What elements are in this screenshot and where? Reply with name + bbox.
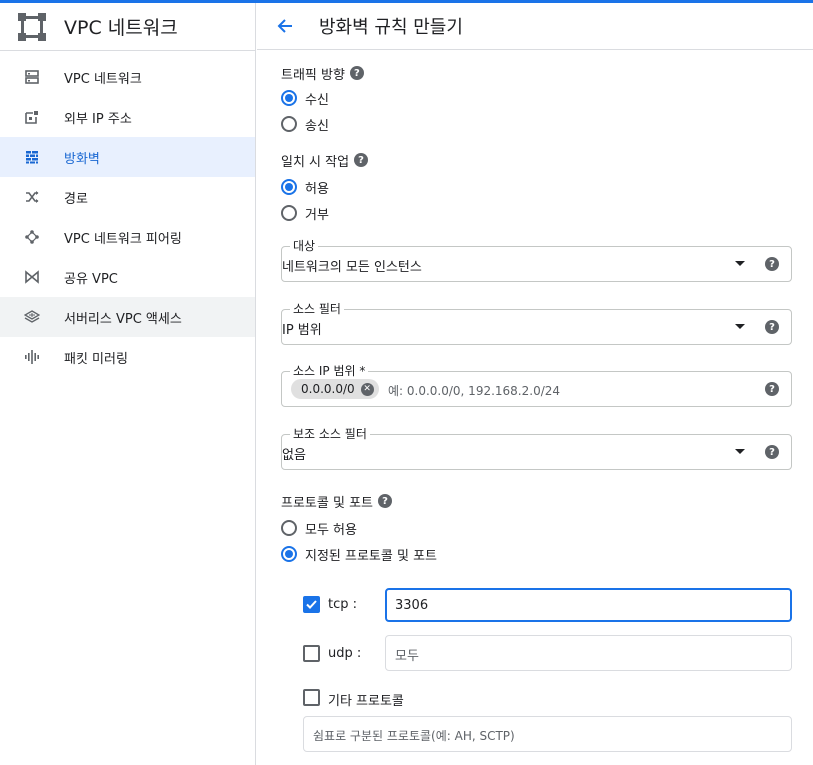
radio-allow-all[interactable]: 모두 허용 xyxy=(281,515,437,541)
peering-icon xyxy=(24,229,40,245)
other-protocols-placeholder: 쉼표로 구분된 프로토콜(예: AH, SCTP) xyxy=(313,729,515,743)
help-icon[interactable]: ? xyxy=(765,320,779,334)
radio-label: 모두 허용 xyxy=(305,522,357,538)
radio-label: 허용 xyxy=(305,181,329,197)
firewall-icon xyxy=(24,149,40,165)
sidebar-header: VPC 네트워크 xyxy=(0,3,255,51)
radio-specified-protocols[interactable]: 지정된 프로토콜 및 포트 xyxy=(281,541,437,567)
field-label: 소스 필터 xyxy=(290,300,344,317)
radio-label: 지정된 프로토콜 및 포트 xyxy=(305,548,437,564)
radio-deny[interactable]: 거부 xyxy=(281,200,368,226)
sidebar-title: VPC 네트워크 xyxy=(64,17,178,39)
radio-button-selected[interactable] xyxy=(281,179,297,195)
radio-button-selected[interactable] xyxy=(281,90,297,106)
field-value: 없음 xyxy=(282,448,306,463)
sidebar-item-serverless-vpc[interactable]: 서버리스 VPC 액세스 xyxy=(0,297,255,337)
back-arrow-icon[interactable] xyxy=(273,14,297,38)
other-protocols-label: 기타 프로토콜 xyxy=(328,694,404,709)
serverless-icon xyxy=(24,309,40,325)
tcp-ports-value: 3306 xyxy=(395,598,429,613)
dropdown-arrow-icon xyxy=(735,449,745,454)
sidebar-item-firewall[interactable]: 방화벽 xyxy=(0,137,255,177)
other-protocols-checkbox[interactable] xyxy=(303,689,320,706)
sidebar-item-label: 패킷 미러링 xyxy=(64,351,128,367)
radio-ingress[interactable]: 수신 xyxy=(281,85,364,111)
sidebar-item-label: 외부 IP 주소 xyxy=(64,111,132,127)
direction-label: 트래픽 방향 ? xyxy=(281,63,364,83)
udp-ports-input[interactable]: 모두 xyxy=(385,635,792,671)
sidebar-item-label: 경로 xyxy=(64,191,88,207)
udp-label: udp : xyxy=(328,646,362,661)
help-icon[interactable]: ? xyxy=(354,153,369,167)
tcp-ports-input[interactable]: 3306 xyxy=(385,588,792,622)
dropdown-arrow-icon xyxy=(735,324,745,329)
radio-egress[interactable]: 송신 xyxy=(281,111,364,137)
field-value: 네트워크의 모든 인스턴스 xyxy=(282,260,422,275)
targets-select[interactable]: 대상 네트워크의 모든 인스턴스 ? xyxy=(281,237,792,282)
sidebar-item-label: VPC 네트워크 xyxy=(64,71,142,87)
action-section: 일치 시 작업 ? 허용 거부 xyxy=(281,150,369,226)
remove-chip-icon[interactable]: ✕ xyxy=(360,382,374,396)
radio-button[interactable] xyxy=(281,116,297,132)
radio-button-selected[interactable] xyxy=(281,546,297,562)
sidebar-item-vpc-network[interactable]: VPC 네트워크 xyxy=(0,57,255,97)
udp-checkbox[interactable] xyxy=(303,645,320,662)
source-filter-select[interactable]: 소스 필터 IP 범위 ? xyxy=(281,300,792,345)
dropdown-arrow-icon xyxy=(735,261,745,266)
field-label: 소스 IP 범위 * xyxy=(290,362,369,379)
sidebar-item-label: 방화벽 xyxy=(64,151,100,167)
radio-label: 송신 xyxy=(305,118,329,134)
tcp-label: tcp : xyxy=(328,597,358,612)
protocols-label-text: 프로토콜 및 포트 xyxy=(281,495,373,511)
protocols-label: 프로토콜 및 포트 ? xyxy=(281,491,437,511)
sidebar-item-packet-mirroring[interactable]: 패킷 미러링 xyxy=(0,337,255,377)
action-label-text: 일치 시 작업 xyxy=(281,154,350,170)
help-icon[interactable]: ? xyxy=(378,494,392,508)
help-icon[interactable]: ? xyxy=(765,257,779,271)
packet-mirroring-icon xyxy=(24,349,40,365)
radio-label: 거부 xyxy=(305,207,329,223)
help-icon[interactable]: ? xyxy=(765,382,779,396)
direction-section: 트래픽 방향 ? 수신 송신 xyxy=(281,63,364,137)
direction-label-text: 트래픽 방향 xyxy=(281,67,345,83)
radio-label: 수신 xyxy=(305,92,329,108)
source-ip-placeholder: 예: 0.0.0.0/0, 192.168.2.0/24 xyxy=(388,384,561,398)
field-label: 보조 소스 필터 xyxy=(290,425,370,442)
vpc-logo-icon xyxy=(18,12,46,41)
sidebar: VPC 네트워크 VPC 네트워크 외부 IP 주소 방화벽 경로 VPC 네트… xyxy=(0,3,256,765)
secondary-source-filter-select[interactable]: 보조 소스 필터 없음 ? xyxy=(281,425,792,470)
sidebar-item-routes[interactable]: 경로 xyxy=(0,177,255,217)
help-icon[interactable]: ? xyxy=(349,66,364,80)
radio-button[interactable] xyxy=(281,520,297,536)
protocols-section: 프로토콜 및 포트 ? 모두 허용 지정된 프로토콜 및 포트 xyxy=(281,491,437,567)
radio-button[interactable] xyxy=(281,205,297,221)
check-icon xyxy=(306,600,317,609)
help-icon[interactable]: ? xyxy=(765,445,779,459)
ip-range-chip: 0.0.0.0/0 ✕ xyxy=(291,379,379,399)
external-ip-icon xyxy=(24,109,40,125)
radio-allow[interactable]: 허용 xyxy=(281,174,368,200)
sidebar-item-label: VPC 네트워크 피어링 xyxy=(64,231,182,247)
source-ip-ranges-input[interactable]: 소스 IP 범위 * 0.0.0.0/0 ✕ 예: 0.0.0.0/0, 192… xyxy=(281,362,792,407)
field-label: 대상 xyxy=(290,237,319,254)
field-value: IP 범위 xyxy=(282,323,322,338)
sidebar-item-label: 서버리스 VPC 액세스 xyxy=(64,311,182,327)
sidebar-item-shared-vpc[interactable]: 공유 VPC xyxy=(0,257,255,297)
sidebar-item-external-ip[interactable]: 외부 IP 주소 xyxy=(0,97,255,137)
vpc-network-icon xyxy=(24,69,40,85)
udp-ports-placeholder: 모두 xyxy=(395,649,419,664)
sidebar-item-peering[interactable]: VPC 네트워크 피어링 xyxy=(0,217,255,257)
tcp-checkbox[interactable] xyxy=(303,596,320,613)
main-panel: 방화벽 규칙 만들기 트래픽 방향 ? 수신 송신 일치 시 작업 ? 허용 거… xyxy=(257,3,813,765)
shared-vpc-icon xyxy=(24,269,40,285)
main-header: 방화벽 규칙 만들기 xyxy=(257,3,813,50)
page-title: 방화벽 규칙 만들기 xyxy=(319,17,463,38)
chip-label: 0.0.0.0/0 xyxy=(301,382,355,396)
routes-icon xyxy=(24,189,40,205)
sidebar-item-label: 공유 VPC xyxy=(64,271,118,287)
action-label: 일치 시 작업 ? xyxy=(281,150,369,170)
other-protocols-input[interactable]: 쉼표로 구분된 프로토콜(예: AH, SCTP) xyxy=(303,716,792,752)
